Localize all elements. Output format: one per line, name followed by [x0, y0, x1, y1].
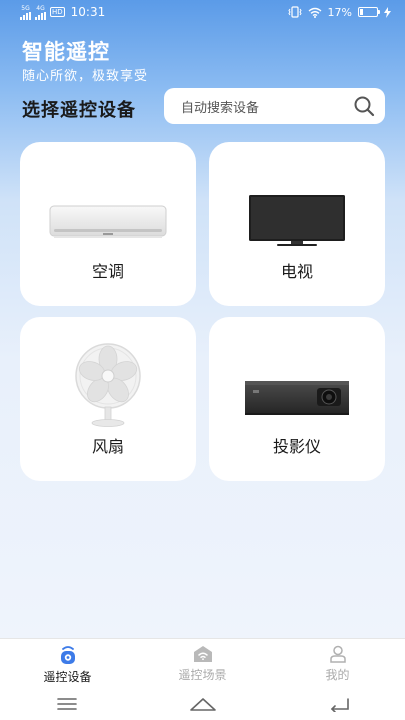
system-nav-bar: [0, 688, 405, 720]
signal-icon: [20, 11, 31, 20]
user-icon: [329, 645, 346, 663]
status-bar: 5G 4G HD 10:31 17%: [0, 0, 405, 24]
remote-icon: [60, 646, 75, 664]
battery-percent: 17%: [327, 5, 352, 19]
network-5g: 5G: [20, 5, 31, 20]
section-title: 选择遥控设备: [22, 100, 136, 121]
device-label: 电视: [280, 262, 313, 281]
battery-fill: [360, 9, 363, 15]
network-4g: 4G: [35, 5, 46, 20]
hd-badge: HD: [50, 7, 65, 17]
device-card-tv[interactable]: 电视: [209, 142, 385, 306]
tab-label: 遥控场景: [178, 668, 227, 682]
device-card-projector[interactable]: 投影仪: [209, 317, 385, 481]
wifi-icon: [308, 7, 321, 18]
clock: 10:31: [70, 5, 106, 19]
charging-icon: [384, 6, 391, 18]
bottom-nav: 遥控设备 遥控场景 我的: [0, 638, 405, 688]
battery-icon: [358, 7, 380, 17]
projector-icon: [209, 355, 385, 439]
air-conditioner-icon: [20, 180, 196, 264]
network-4g-label: 4G: [36, 4, 45, 12]
vibrate-icon: [287, 6, 302, 18]
device-label: 空调: [91, 262, 124, 281]
device-label: 风扇: [91, 437, 124, 456]
device-card-fan[interactable]: 风扇: [20, 317, 196, 481]
search-icon[interactable]: [353, 95, 375, 117]
tab-label: 我的: [325, 668, 350, 682]
tab-remote-scenes[interactable]: 遥控场景: [135, 639, 270, 688]
status-right: 17%: [287, 5, 391, 19]
device-card-air-conditioner[interactable]: 空调: [20, 142, 196, 306]
search-input[interactable]: 自动搜索设备: [164, 88, 385, 124]
tab-remote-devices[interactable]: 遥控设备: [0, 639, 135, 688]
tv-icon: [209, 180, 385, 264]
fan-icon: [20, 343, 196, 427]
menu-icon[interactable]: [56, 697, 78, 711]
back-icon[interactable]: [328, 696, 350, 712]
tab-mine[interactable]: 我的: [270, 639, 405, 688]
signal-icon: [35, 11, 46, 20]
status-left: 5G 4G HD 10:31: [20, 5, 105, 20]
tab-label: 遥控设备: [43, 670, 92, 684]
home-icon[interactable]: [189, 696, 217, 712]
app-subtitle: 随心所欲，极致享受: [22, 69, 149, 84]
search-placeholder: 自动搜索设备: [181, 100, 260, 116]
network-5g-label: 5G: [21, 4, 30, 12]
scene-icon: [193, 646, 212, 662]
device-label: 投影仪: [272, 437, 321, 456]
app-title: 智能遥控: [22, 40, 110, 64]
